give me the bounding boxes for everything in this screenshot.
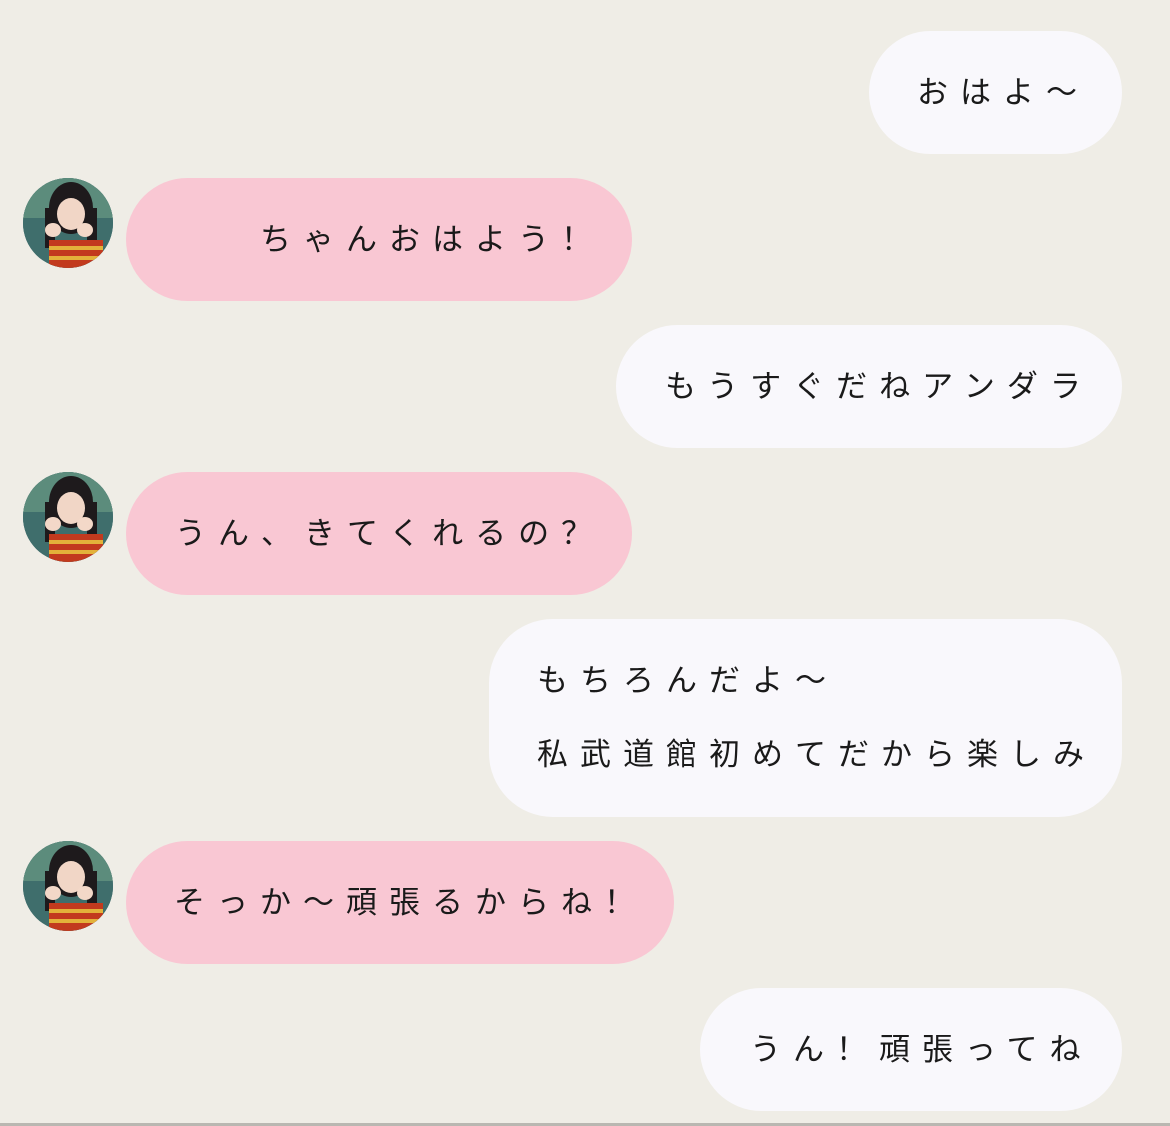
avatar-photo-icon	[23, 472, 113, 562]
my-message-bubble: もちろんだよ〜 私武道館初めてだから楽しみ	[489, 619, 1122, 817]
contact-avatar[interactable]	[23, 472, 113, 562]
message-text: もうすぐだねアンダラ	[665, 368, 1093, 405]
message-text: 私武道館初めてだから楽しみ	[537, 737, 1096, 773]
my-message-bubble: もうすぐだねアンダラ	[616, 325, 1122, 448]
avatar-photo-icon	[23, 178, 113, 268]
their-message-bubble: ちゃんおはよう！	[126, 178, 632, 301]
their-message-bubble: うん、きてくれるの？	[126, 472, 632, 595]
message-text: ちゃんおはよう！	[260, 221, 604, 258]
message-text: うん！頑張ってね	[750, 1031, 1093, 1068]
message-text: うん、きてくれるの？	[175, 515, 605, 552]
message-text: おはよ〜	[917, 74, 1089, 111]
their-message-bubble: そっか〜頑張るからね！	[126, 841, 674, 964]
contact-avatar[interactable]	[23, 178, 113, 268]
my-message-bubble: うん！頑張ってね	[700, 988, 1122, 1111]
my-message-bubble: おはよ〜	[869, 31, 1122, 154]
message-text: そっか〜頑張るからね！	[174, 884, 647, 921]
avatar-photo-icon	[23, 841, 113, 931]
chat-thread: おはよ〜 ちゃんおはよう！ もうすぐだねアンダラ うん、きてくれるの？ もちろん…	[0, 0, 1170, 1126]
message-text: もちろんだよ〜	[537, 663, 838, 699]
contact-avatar[interactable]	[23, 841, 113, 931]
